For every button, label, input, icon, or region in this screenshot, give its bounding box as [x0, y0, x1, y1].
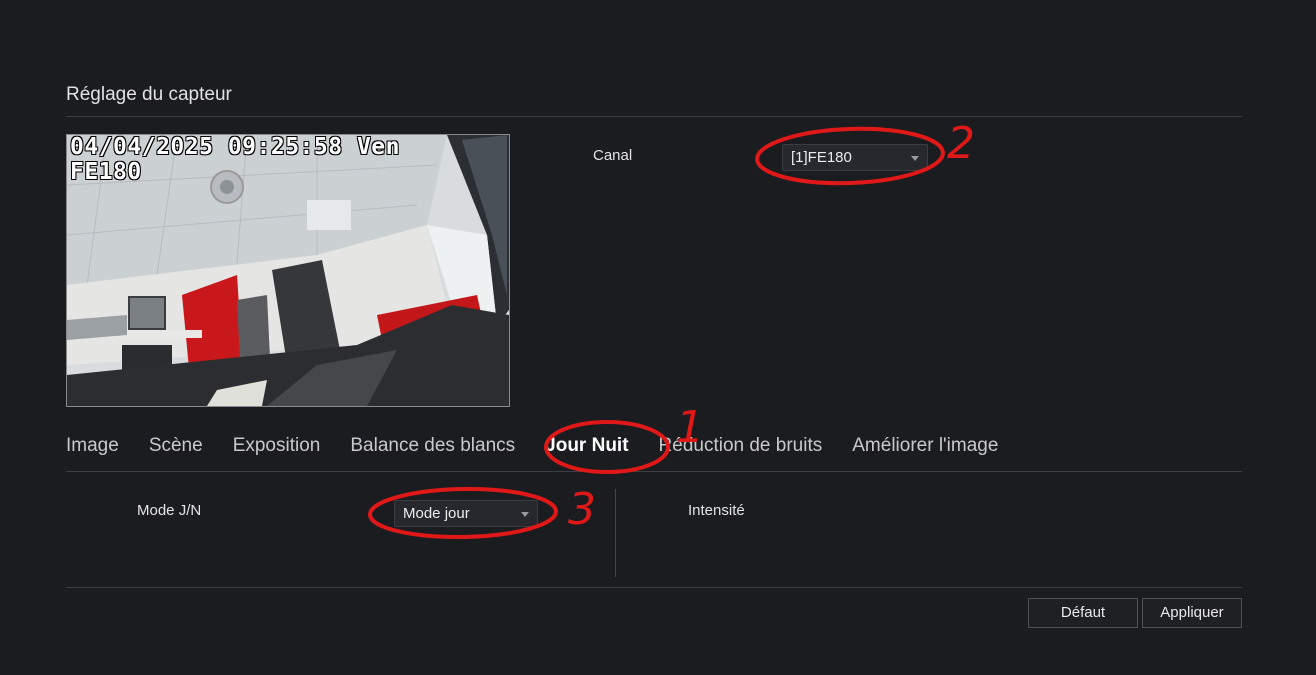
tab-white-balance[interactable]: Balance des blancs [350, 433, 515, 459]
osd-camera-name: FE180 [70, 159, 142, 185]
tab-exposition[interactable]: Exposition [233, 433, 321, 459]
tab-image[interactable]: Image [66, 433, 119, 459]
annotation-number-3: 3 [568, 484, 596, 535]
footer-divider [66, 587, 1242, 588]
channel-select[interactable]: [1]FE180 [782, 144, 928, 171]
day-night-mode-label: Mode J/N [137, 502, 202, 519]
channel-label: Canal [593, 147, 633, 164]
settings-tabs: Image Scène Exposition Balance des blanc… [66, 433, 1028, 459]
tab-image-enhancement[interactable]: Améliorer l'image [852, 433, 998, 459]
camera-preview: 04/04/2025 09:25:58 Ven FE180 [66, 134, 510, 407]
annotation-number-2: 2 [947, 118, 975, 169]
title-divider [66, 116, 1242, 117]
intensity-label: Intensité [688, 502, 745, 519]
chevron-down-icon [911, 156, 919, 161]
tab-noise-reduction[interactable]: Réduction de bruits [659, 433, 823, 459]
channel-select-value: [1]FE180 [791, 149, 852, 166]
tab-day-night[interactable]: Jour Nuit [545, 433, 628, 459]
day-night-mode-value: Mode jour [403, 505, 470, 522]
day-night-mode-select[interactable]: Mode jour [394, 500, 538, 527]
osd-datetime: 04/04/2025 09:25:58 Ven [70, 134, 400, 160]
default-button[interactable]: Défaut [1028, 598, 1138, 628]
page-title: Réglage du capteur [66, 84, 232, 105]
settings-column-divider [615, 489, 616, 577]
tabs-divider [66, 471, 1242, 472]
chevron-down-icon [521, 512, 529, 517]
tab-scene[interactable]: Scène [149, 433, 203, 459]
apply-button[interactable]: Appliquer [1142, 598, 1242, 628]
